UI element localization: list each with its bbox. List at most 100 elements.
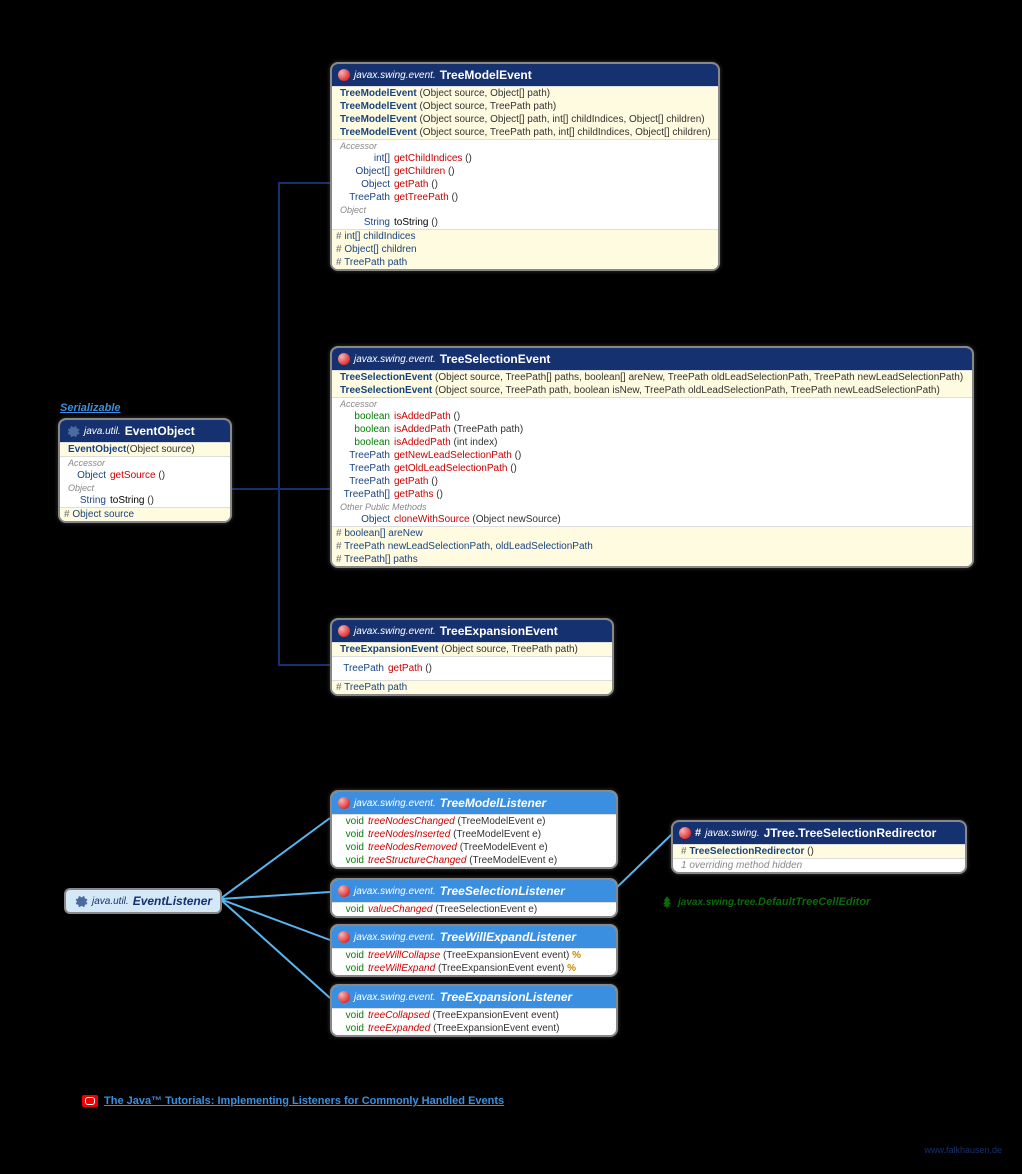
eventlistener-box[interactable]: java.util. EventListener <box>64 888 222 914</box>
treemodelevent-header: javax.swing.event. TreeModelEvent <box>332 64 718 86</box>
method-row: voidtreeWillExpand (TreeExpansionEvent e… <box>332 962 616 975</box>
field-row: # TreePath path <box>332 256 718 269</box>
field-row: # TreePath[] paths <box>332 553 972 566</box>
method-row: voidtreeWillCollapse (TreeExpansionEvent… <box>332 949 616 962</box>
method-row: voidvalueChanged (TreeSelectionEvent e) <box>332 903 616 916</box>
ctor-row: TreeModelEvent (Object source, Object[] … <box>332 87 718 100</box>
object-label: Object <box>332 204 718 216</box>
other-label: Other Public Methods <box>332 501 972 513</box>
method-row: voidtreeCollapsed (TreeExpansionEvent ev… <box>332 1009 616 1022</box>
ball-icon <box>338 797 350 809</box>
method-row: ObjectcloneWithSource (Object newSource) <box>332 513 972 526</box>
method-row: TreePathgetPath () <box>332 475 972 488</box>
method-row: int[]getChildIndices () <box>332 152 718 165</box>
treewillexpandlistener-header: javax.swing.event. TreeWillExpandListener <box>332 926 616 948</box>
method-row: Object[]getChildren () <box>332 165 718 178</box>
method-row: booleanisAddedPath () <box>332 410 972 423</box>
treemodellistener-header: javax.swing.event.TreeModelListener <box>332 792 616 814</box>
pkg-label: javax.swing.event. <box>354 798 436 809</box>
method-row: TreePath[]getPaths () <box>332 488 972 501</box>
accessor-label: Accessor <box>60 457 230 469</box>
class-name: TreeExpansionEvent <box>440 624 558 638</box>
connector <box>278 488 330 490</box>
field-row: # TreePath path <box>332 681 612 694</box>
method-row: voidtreeNodesRemoved (TreeModelEvent e) <box>332 841 616 854</box>
field-row: # Object source <box>60 508 230 521</box>
pkg-label: javax.swing.event. <box>354 70 436 81</box>
watermark: www.falkhausen.de <box>924 1145 1002 1155</box>
treemodelevent-box[interactable]: javax.swing.event. TreeModelEvent TreeMod… <box>330 62 720 271</box>
connector <box>278 182 330 184</box>
field-row: # Object[] children <box>332 243 718 256</box>
tree-icon <box>660 895 674 909</box>
connector <box>278 182 280 666</box>
class-name: TreeExpansionListener <box>440 990 573 1004</box>
field-row: # boolean[] areNew <box>332 527 972 540</box>
redirector-box[interactable]: # javax.swing. JTree.TreeSelectionRedirec… <box>671 820 967 874</box>
object-label: Object <box>60 482 230 494</box>
ball-icon <box>679 827 691 839</box>
defaulttreecelleditor-label[interactable]: javax.swing.tree.DefaultTreeCellEditor <box>660 895 870 909</box>
footer-link-text[interactable]: The Java™ Tutorials: Implementing Listen… <box>104 1095 504 1107</box>
pkg-label: javax.swing.event. <box>354 354 436 365</box>
accessor-label: Accessor <box>332 398 972 410</box>
treeexpansionevent-header: javax.swing.event. TreeExpansionEvent <box>332 620 612 642</box>
pkg-label: javax.swing.event. <box>354 626 436 637</box>
pkg-label: javax.swing.tree. <box>678 897 758 908</box>
method-row: booleanisAddedPath (int index) <box>332 436 972 449</box>
hash-icon: # <box>695 827 701 839</box>
class-name: EventListener <box>133 894 212 908</box>
ball-icon <box>338 991 350 1003</box>
pkg-label: java.util. <box>92 896 129 907</box>
class-name: TreeSelectionEvent <box>440 352 551 366</box>
ctor-row: TreeExpansionEvent (Object source, TreeP… <box>332 643 612 656</box>
oracle-icon <box>82 1095 98 1107</box>
connector <box>278 664 330 666</box>
treemodellistener-box[interactable]: javax.swing.event.TreeModelListener void… <box>330 790 618 869</box>
ctor-row: EventObject(Object source) <box>60 443 230 456</box>
method-row: TreePathgetOldLeadSelectionPath () <box>332 462 972 475</box>
eventobject-box[interactable]: java.util.EventObject EventObject(Object… <box>58 418 232 523</box>
field-row: # TreePath newLeadSelectionPath, oldLead… <box>332 540 972 553</box>
accessor-label: Accessor <box>332 140 718 152</box>
method-row: voidtreeNodesInserted (TreeModelEvent e) <box>332 828 616 841</box>
treewillexpandlistener-box[interactable]: javax.swing.event. TreeWillExpandListener… <box>330 924 618 977</box>
eventobject-header: java.util.EventObject <box>60 420 230 442</box>
pkg-label: javax.swing.event. <box>354 886 436 897</box>
method-row: ObjectgetPath () <box>332 178 718 191</box>
gear-icon <box>74 894 88 908</box>
method-row: voidtreeExpanded (TreeExpansionEvent eve… <box>332 1022 616 1035</box>
ball-icon <box>338 69 350 81</box>
pkg-label: javax.swing.event. <box>354 932 436 943</box>
treeexpansionlistener-box[interactable]: javax.swing.event.TreeExpansionListener … <box>330 984 618 1037</box>
pkg-label: java.util. <box>84 426 121 437</box>
method-row: ObjectgetSource () <box>60 469 230 482</box>
treeexpansionevent-box[interactable]: javax.swing.event. TreeExpansionEvent Tre… <box>330 618 614 696</box>
class-name: TreeSelectionListener <box>440 884 565 898</box>
class-name: TreeModelEvent <box>440 68 532 82</box>
connector <box>225 488 279 490</box>
class-name: JTree.TreeSelectionRedirector <box>764 826 937 840</box>
ctor-row: TreeModelEvent (Object source, TreePath … <box>332 100 718 113</box>
ball-icon <box>338 625 350 637</box>
treeexpansionlistener-header: javax.swing.event. TreeExpansionListener <box>332 986 616 1008</box>
treeselectionevent-box[interactable]: javax.swing.event. TreeSelectionEvent Tre… <box>330 346 974 568</box>
method-row: voidtreeStructureChanged (TreeModelEvent… <box>332 854 616 867</box>
class-name: DefaultTreeCellEditor <box>758 896 870 908</box>
ctor-row: TreeSelectionEvent (Object source, TreeP… <box>332 371 972 384</box>
ctor-row: TreeSelectionEvent (Object source, TreeP… <box>332 384 972 397</box>
method-row: TreePathgetNewLeadSelectionPath () <box>332 449 972 462</box>
note-row: 1 overriding method hidden <box>673 859 965 872</box>
class-name: TreeWillExpandListener <box>440 930 576 944</box>
method-row: booleanisAddedPath (TreePath path) <box>332 423 972 436</box>
footer-link[interactable]: The Java™ Tutorials: Implementing Listen… <box>82 1095 504 1107</box>
method-row: StringtoString () <box>60 494 230 507</box>
serializable-label[interactable]: Serializable <box>60 402 121 414</box>
pkg-label: javax.swing.event. <box>354 992 436 1003</box>
method-row: StringtoString () <box>332 216 718 229</box>
ball-icon <box>338 353 350 365</box>
pkg-label: javax.swing. <box>705 828 759 839</box>
connector-listeners <box>220 800 340 1030</box>
ctor-row: TreeModelEvent (Object source, TreePath … <box>332 126 718 139</box>
treeselectionlistener-box[interactable]: javax.swing.event.TreeSelectionListener … <box>330 878 618 918</box>
